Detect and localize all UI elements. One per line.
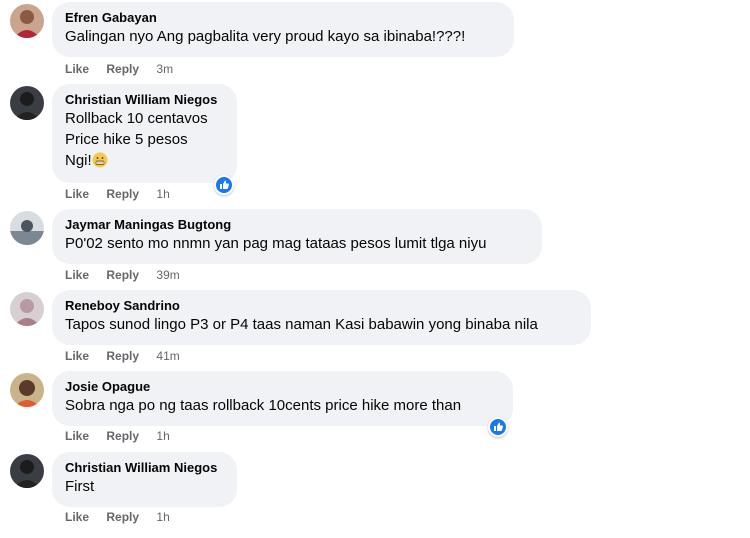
comment-text: P0'02 sento mo nnmn yan pag mag tataas p…: [65, 235, 487, 252]
comment-text: Galingan nyo Ang pagbalita very proud ka…: [65, 28, 466, 45]
comment-bubble: Jaymar Maningas Bugtong P0'02 sento mo n…: [52, 209, 542, 264]
comment-text: Tapos sunod lingo P3 or P4 taas naman Ka…: [65, 316, 538, 333]
avatar[interactable]: [10, 373, 44, 407]
like-button[interactable]: Like: [65, 429, 89, 443]
like-reaction-icon[interactable]: [488, 417, 508, 437]
comment-time[interactable]: 1h: [156, 429, 169, 443]
like-button[interactable]: Like: [65, 268, 89, 282]
comment-bubble: Efren Gabayan Galingan nyo Ang pagbalita…: [52, 2, 514, 57]
comment-actions: Like Reply 1h: [65, 509, 184, 525]
comment-author[interactable]: Reneboy Sandrino: [65, 297, 579, 314]
comment-actions: Like Reply 1h: [65, 186, 184, 202]
like-button[interactable]: Like: [65, 349, 89, 363]
reply-button[interactable]: Reply: [106, 349, 139, 363]
comment-actions: Like Reply 3m: [65, 61, 187, 77]
like-button[interactable]: Like: [65, 510, 89, 524]
avatar[interactable]: [10, 211, 44, 245]
avatar[interactable]: [10, 454, 44, 488]
like-reaction-icon[interactable]: [214, 175, 234, 195]
comment-text: Rollback 10 centavos: [65, 110, 208, 127]
avatar[interactable]: [10, 292, 44, 326]
reply-button[interactable]: Reply: [106, 510, 139, 524]
grimacing-face-emoji-icon: [92, 152, 108, 168]
comment-time[interactable]: 41m: [156, 349, 179, 363]
comment-bubble: Christian William Niegos First: [52, 452, 237, 507]
comment-author[interactable]: Josie Opague: [65, 378, 501, 395]
comment-text: Sobra nga po ng taas rollback 10cents pr…: [65, 397, 462, 414]
avatar[interactable]: [10, 4, 44, 38]
reply-button[interactable]: Reply: [106, 268, 139, 282]
reply-button[interactable]: Reply: [106, 429, 139, 443]
comment-time[interactable]: 1h: [156, 187, 169, 201]
comment-actions: Like Reply 39m: [65, 267, 194, 283]
comment-author[interactable]: Christian William Niegos: [65, 459, 225, 476]
comment-author[interactable]: Jaymar Maningas Bugtong: [65, 216, 530, 233]
like-button[interactable]: Like: [65, 62, 89, 76]
comment-actions: Like Reply 41m: [65, 348, 194, 364]
comment-author[interactable]: Efren Gabayan: [65, 9, 502, 26]
comment-text: First: [65, 478, 95, 495]
reply-button[interactable]: Reply: [106, 187, 139, 201]
comment-text: Ngi!: [65, 150, 225, 171]
like-button[interactable]: Like: [65, 187, 89, 201]
comment-bubble: Christian William Niegos Rollback 10 cen…: [52, 84, 237, 183]
comment-time[interactable]: 39m: [156, 268, 179, 282]
comment-time[interactable]: 3m: [156, 62, 173, 76]
comment-author[interactable]: Christian William Niegos: [65, 91, 225, 108]
avatar[interactable]: [10, 86, 44, 120]
reply-button[interactable]: Reply: [106, 62, 139, 76]
comment-actions: Like Reply 1h: [65, 428, 184, 444]
comment-bubble: Reneboy Sandrino Tapos sunod lingo P3 or…: [52, 290, 591, 345]
comment-bubble: Josie Opague Sobra nga po ng taas rollba…: [52, 371, 513, 426]
comment-text: Price hike 5 pesos: [65, 131, 188, 148]
comment-time[interactable]: 1h: [156, 510, 169, 524]
